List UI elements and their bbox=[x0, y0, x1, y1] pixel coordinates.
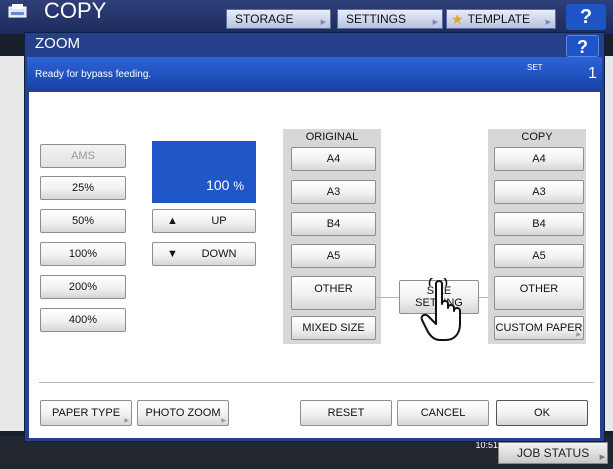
original-header: ORIGINAL bbox=[305, 131, 359, 143]
chevron-right-icon: ▶ bbox=[432, 19, 438, 26]
copy-header-bar: COPY STORAGE ▶ SETTINGS ▶ ★ TEMPLATE ▶ bbox=[0, 0, 613, 34]
paper-type-button[interactable]: PAPER TYPE ▶ bbox=[40, 400, 132, 426]
copy-app-icon bbox=[8, 4, 27, 18]
chevron-right-icon: ▶ bbox=[545, 19, 551, 26]
original-a3-button[interactable]: A3 bbox=[291, 180, 376, 204]
copy-a5-button[interactable]: A5 bbox=[494, 244, 584, 268]
status-bar: Ready for bypass feeding. SET 1 bbox=[27, 57, 602, 90]
zoom-100-button[interactable]: 100% bbox=[40, 242, 126, 266]
zoom-value: 100 % bbox=[206, 177, 244, 193]
copy-a3-button[interactable]: A3 bbox=[494, 180, 584, 204]
copy-b4-button[interactable]: B4 bbox=[494, 212, 584, 236]
background-help-button[interactable]: ? bbox=[566, 4, 606, 30]
chevron-right-icon: ▶ bbox=[320, 19, 326, 26]
zoom-down-button[interactable]: ▼ DOWN bbox=[152, 242, 256, 266]
original-b4-button[interactable]: B4 bbox=[291, 212, 376, 236]
photo-zoom-label: PHOTO ZOOM bbox=[145, 407, 221, 419]
original-a5-button[interactable]: A5 bbox=[291, 244, 376, 268]
tab-template[interactable]: ★ TEMPLATE ▶ bbox=[446, 9, 556, 29]
chevron-right-icon: ▶ bbox=[576, 332, 581, 338]
background-right-strip bbox=[604, 56, 613, 431]
custom-paper-label: CUSTOM PAPER bbox=[495, 322, 583, 334]
zoom-25-button[interactable]: 25% bbox=[40, 176, 126, 200]
ok-button[interactable]: OK bbox=[496, 400, 588, 426]
background-left-strip bbox=[0, 56, 24, 431]
connector-line-left bbox=[376, 297, 399, 298]
mixed-size-button[interactable]: MIXED SIZE bbox=[291, 316, 376, 340]
set-label: SET bbox=[527, 63, 543, 72]
dialog-title: ZOOM bbox=[35, 35, 80, 52]
job-status-button[interactable]: JOB STATUS ▶ bbox=[498, 442, 608, 464]
chevron-right-icon: ▶ bbox=[599, 454, 605, 461]
zoom-dialog: ZOOM ? Ready for bypass feeding. SET 1 A… bbox=[24, 32, 605, 442]
job-status-label: JOB STATUS bbox=[517, 446, 590, 460]
app-title: COPY bbox=[44, 0, 107, 23]
chevron-right-icon: ▶ bbox=[221, 418, 226, 424]
reset-button[interactable]: RESET bbox=[300, 400, 392, 426]
triangle-down-icon: ▼ bbox=[167, 248, 178, 260]
zoom-value-display: 100 % bbox=[152, 141, 256, 203]
tab-settings[interactable]: SETTINGS ▶ bbox=[337, 9, 443, 29]
zoom-up-button[interactable]: ▲ UP bbox=[152, 209, 256, 233]
tab-storage[interactable]: STORAGE ▶ bbox=[226, 9, 331, 29]
pointer-hand-icon bbox=[420, 278, 461, 341]
chevron-right-icon: ▶ bbox=[124, 418, 129, 424]
dialog-help-button[interactable]: ? bbox=[566, 35, 599, 57]
zoom-400-button[interactable]: 400% bbox=[40, 308, 126, 332]
copy-a4-button[interactable]: A4 bbox=[494, 147, 584, 171]
cancel-button[interactable]: CANCEL bbox=[397, 400, 489, 426]
tab-settings-label: SETTINGS bbox=[346, 12, 407, 26]
set-count: 1 bbox=[588, 65, 597, 82]
tab-storage-label: STORAGE bbox=[235, 12, 294, 26]
zoom-up-label: UP bbox=[211, 215, 227, 227]
original-other-button[interactable]: OTHER bbox=[291, 276, 376, 310]
copy-other-button[interactable]: OTHER bbox=[494, 276, 584, 310]
photo-zoom-button[interactable]: PHOTO ZOOM ▶ bbox=[137, 400, 229, 426]
star-icon: ★ bbox=[451, 10, 464, 27]
triangle-up-icon: ▲ bbox=[167, 215, 178, 227]
paper-type-label: PAPER TYPE bbox=[51, 407, 121, 419]
custom-paper-button[interactable]: CUSTOM PAPER ▶ bbox=[494, 316, 584, 340]
zoom-panel: AMS 25% 50% 100% 200% 400% 100 % ▲ UP ▼ … bbox=[29, 92, 600, 438]
ams-button[interactable]: AMS bbox=[40, 144, 126, 168]
zoom-down-label: DOWN bbox=[201, 248, 237, 260]
copy-header: COPY bbox=[521, 131, 553, 143]
zoom-200-button[interactable]: 200% bbox=[40, 275, 126, 299]
status-message: Ready for bypass feeding. bbox=[35, 69, 152, 80]
original-a4-button[interactable]: A4 bbox=[291, 147, 376, 171]
zoom-50-button[interactable]: 50% bbox=[40, 209, 126, 233]
zoom-unit: % bbox=[233, 179, 244, 193]
divider-line bbox=[39, 382, 594, 383]
tab-template-label: TEMPLATE bbox=[467, 12, 531, 26]
